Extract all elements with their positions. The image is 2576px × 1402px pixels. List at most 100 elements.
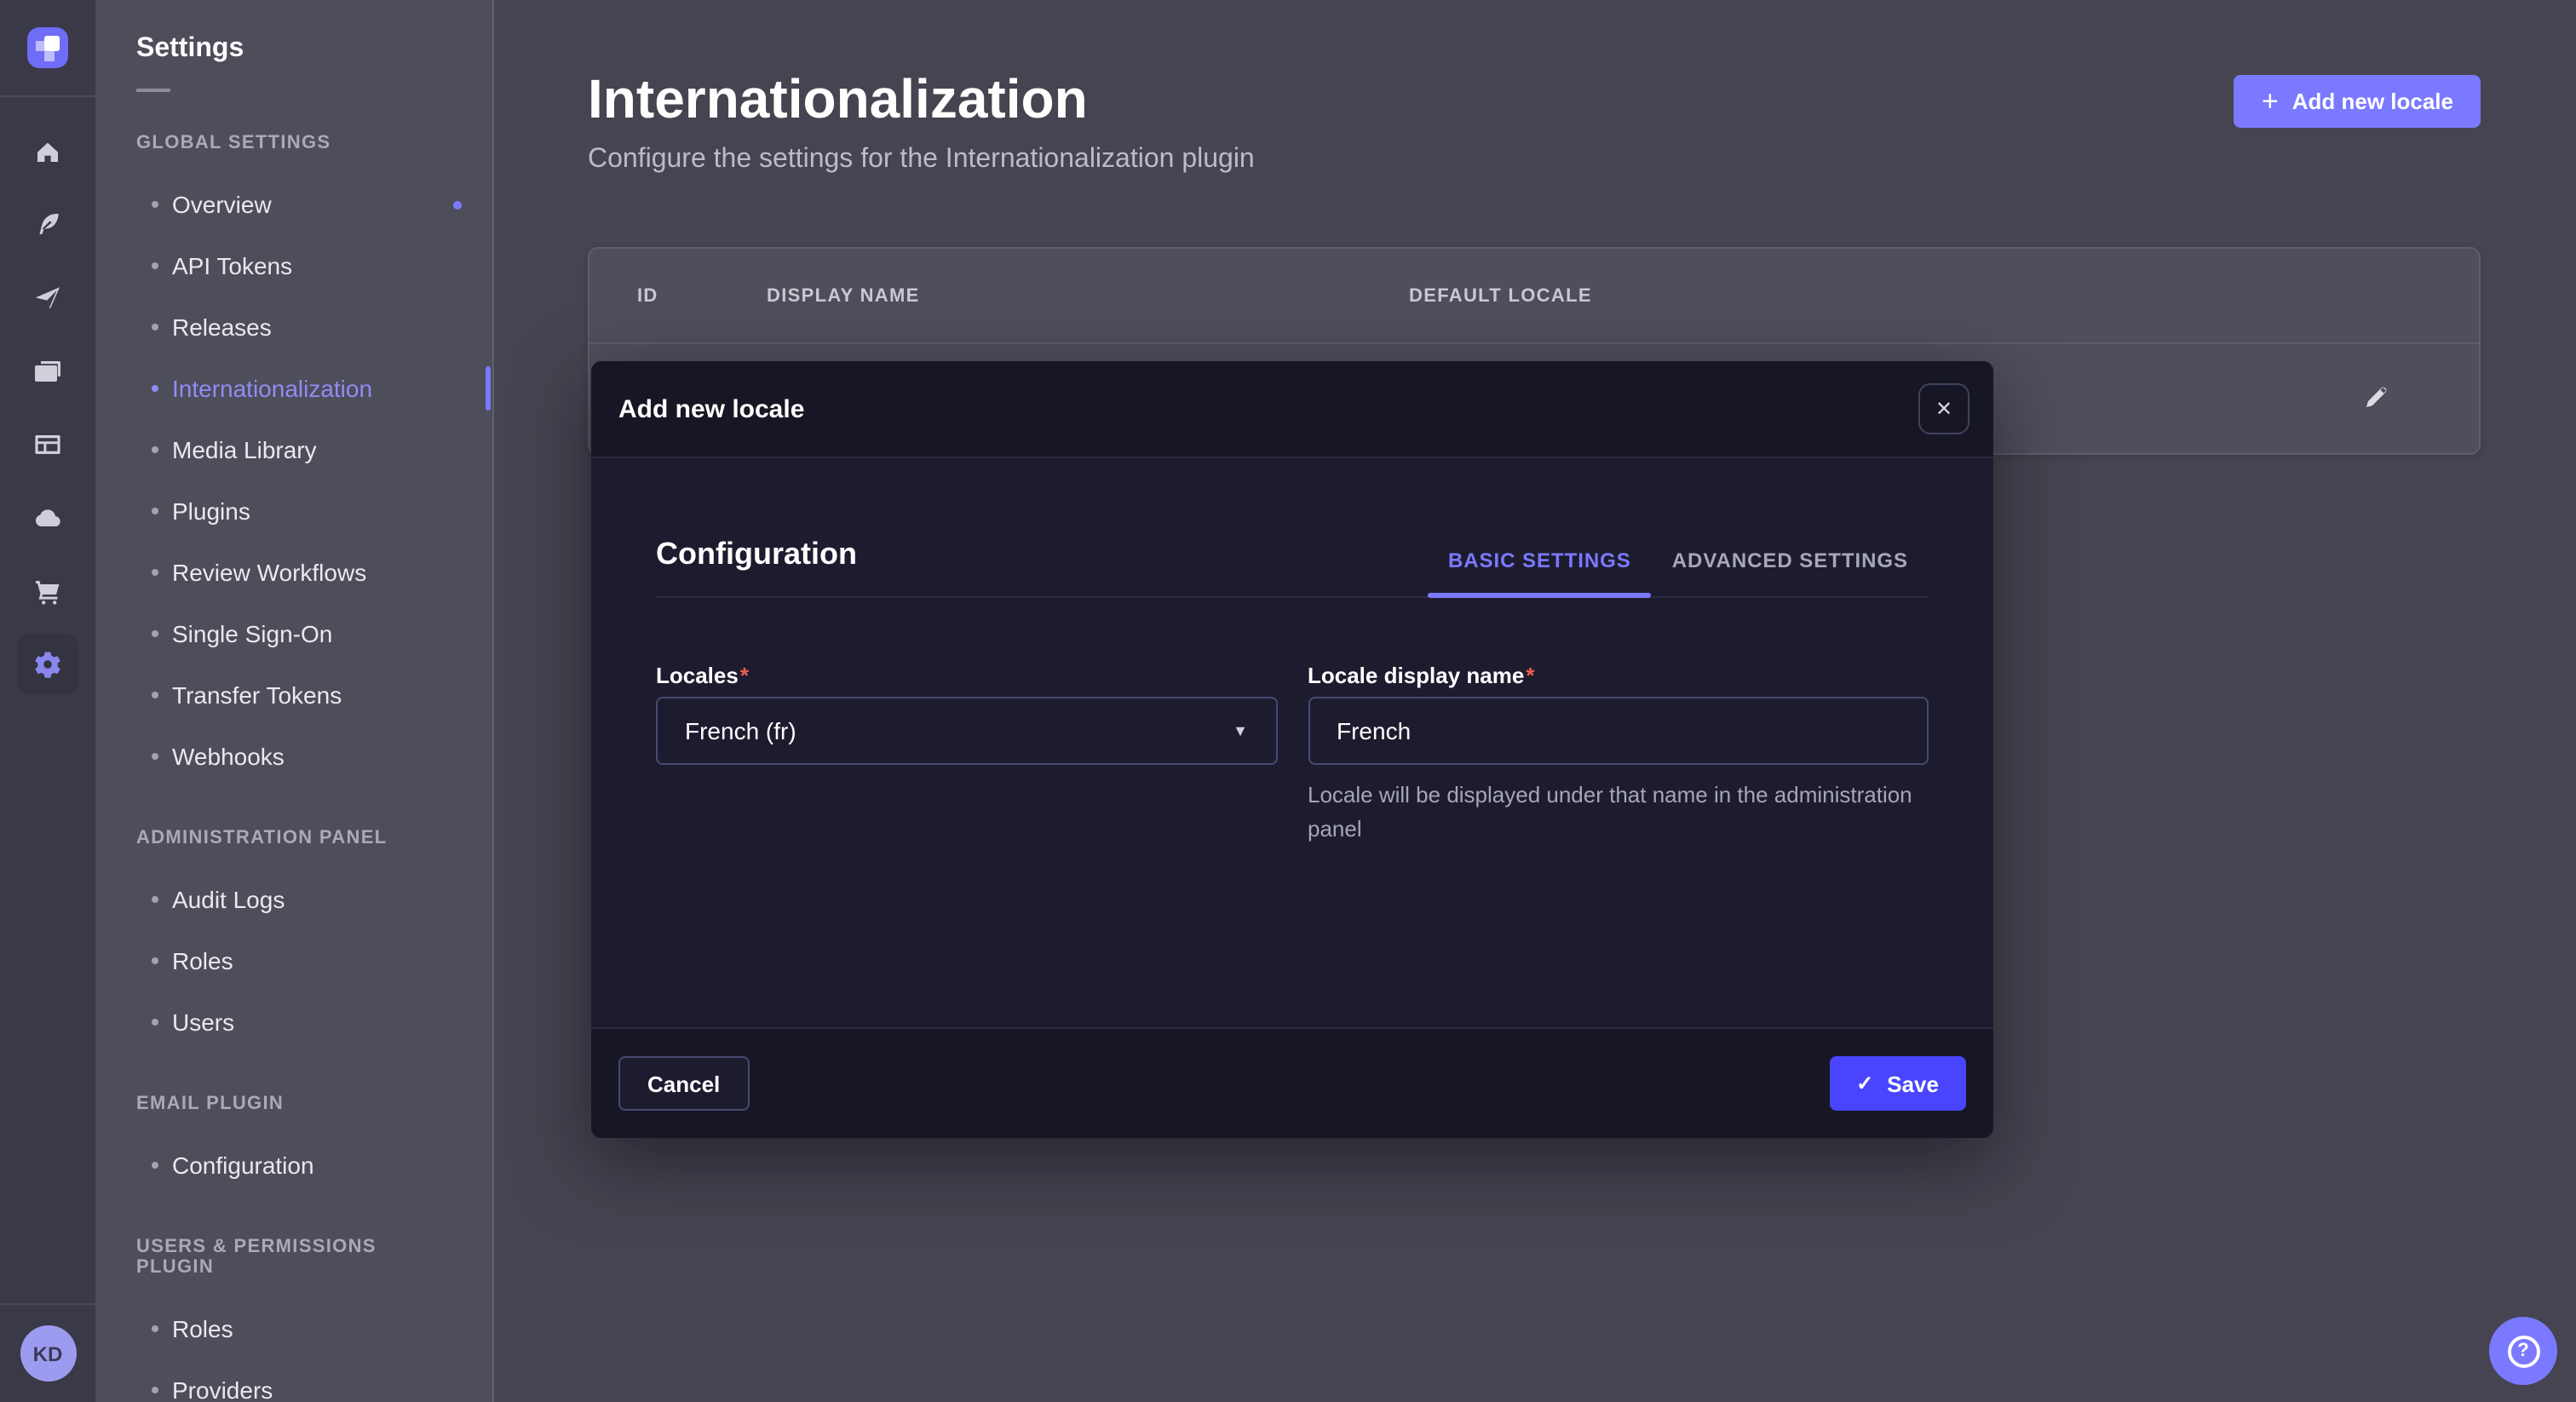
sidebar-item-label: Transfer Tokens [172,681,342,709]
gear-icon[interactable] [17,634,78,695]
bullet-icon [152,262,158,269]
layout-icon[interactable] [17,414,78,475]
bullet-icon [152,753,158,760]
subnav-title: Settings [136,34,451,65]
subnav-header: Settings [95,0,492,92]
tab-advanced-settings[interactable]: ADVANCED SETTINGS [1652,549,1929,596]
edit-pencil-icon[interactable] [2356,376,2397,422]
sidebar-item-audit-logs[interactable]: Audit Logs [95,869,492,930]
sidebar-item-plugins[interactable]: Plugins [95,480,492,542]
sidebar-item-admin-roles[interactable]: Roles [95,930,492,991]
bullet-icon [152,630,158,637]
notification-dot [453,200,462,209]
section-header-users-permissions-plugin: USERS & PERMISSIONS PLUGIN [95,1237,492,1278]
required-asterisk: * [740,663,749,688]
strapi-logo-box[interactable] [0,0,95,97]
bullet-icon [152,1325,158,1332]
sidebar-item-media-library[interactable]: Media Library [95,419,492,480]
bullet-icon [152,1162,158,1169]
sidebar-item-label: Roles [172,947,233,974]
sidebar-item-api-tokens[interactable]: API Tokens [95,235,492,296]
question-mark-icon: ? [2507,1335,2539,1367]
sidebar-item-label: Releases [172,313,272,341]
save-button[interactable]: ✓ Save [1829,1056,1966,1111]
sidebar-item-label: Review Workflows [172,559,366,586]
paper-plane-icon[interactable] [17,267,78,329]
help-button[interactable]: ? [2489,1317,2557,1385]
bullet-icon [152,692,158,698]
sidebar-item-label: Media Library [172,436,317,463]
sidebar-item-label: Roles [172,1315,233,1342]
avatar[interactable]: KD [20,1325,76,1382]
sidebar-item-label: Overview [172,191,272,218]
media-pictures-icon[interactable] [17,341,78,402]
section-header-administration-panel: ADMINISTRATION PANEL [95,828,492,848]
bullet-icon [152,1019,158,1026]
cancel-button[interactable]: Cancel [618,1056,749,1111]
add-new-locale-label: Add new locale [2292,89,2453,114]
sidebar-item-label: Audit Logs [172,886,285,913]
locales-label: Locales* [656,663,1277,688]
check-icon: ✓ [1856,1072,1873,1095]
configuration-title: Configuration [656,537,857,572]
sidebar-item-releases[interactable]: Releases [95,296,492,358]
bullet-icon [152,201,158,208]
sidebar-item-email-configuration[interactable]: Configuration [95,1135,492,1196]
sidebar-item-transfer-tokens[interactable]: Transfer Tokens [95,664,492,726]
plus-icon: + [2262,86,2279,115]
sidebar-item-label: Webhooks [172,743,285,770]
display-name-input[interactable] [1308,697,1929,765]
bullet-icon [152,957,158,964]
table-header-row: ID DISPLAY NAME DEFAULT LOCALE [589,249,2479,344]
sidebar-item-label: Internationalization [172,375,372,402]
sidebar-item-overview[interactable]: Overview [95,174,492,235]
sidebar-item-up-roles[interactable]: Roles [95,1298,492,1359]
sidebar-item-internationalization[interactable]: Internationalization [95,358,492,419]
locales-select[interactable]: French (fr) ▼ [656,697,1277,765]
sidebar-item-label: API Tokens [172,252,292,279]
bullet-icon [152,1387,158,1393]
sidebar-item-up-providers[interactable]: Providers [95,1359,492,1402]
modal-footer: Cancel ✓ Save [591,1027,1993,1138]
sidebar-item-label: Providers [172,1376,273,1402]
save-button-label: Save [1887,1071,1939,1096]
bullet-icon [152,446,158,453]
main-nav-rail: KD [0,0,97,1402]
display-name-hint: Locale will be displayed under that name… [1308,779,1921,845]
modal-header: Add new locale ✕ [591,361,1993,458]
sidebar-item-single-sign-on[interactable]: Single Sign-On [95,603,492,664]
sidebar-item-label: Plugins [172,497,250,525]
sidebar-item-admin-users[interactable]: Users [95,991,492,1053]
home-icon[interactable] [17,121,78,182]
page-subtitle: Configure the settings for the Internati… [588,145,2481,175]
strapi-logo [27,27,68,68]
rail-icon-nav [0,97,95,1303]
chevron-down-icon: ▼ [1233,722,1248,739]
bullet-icon [152,896,158,903]
tab-basic-settings[interactable]: BASIC SETTINGS [1428,549,1652,596]
modal-title: Add new locale [618,394,804,423]
bullet-icon [152,385,158,392]
add-new-locale-button[interactable]: + Add new locale [2234,75,2481,128]
page-header: Internationalization Configure the setti… [492,0,2576,175]
bullet-icon [152,324,158,330]
sidebar-item-label: Users [172,1008,234,1036]
sidebar-item-review-workflows[interactable]: Review Workflows [95,542,492,603]
close-icon[interactable]: ✕ [1918,383,1969,434]
active-indicator-bar [486,366,491,411]
bullet-icon [152,569,158,576]
locales-field: Locales* French (fr) ▼ [656,663,1277,845]
add-new-locale-modal: Add new locale ✕ Configuration BASIC SET… [591,361,1993,1138]
required-asterisk: * [1526,663,1534,688]
section-header-global-settings: GLOBAL SETTINGS [95,133,492,153]
feather-icon[interactable] [17,194,78,256]
sidebar-item-webhooks[interactable]: Webhooks [95,726,492,787]
column-header-display-name: DISPLAY NAME [767,285,1409,306]
cart-icon[interactable] [17,560,78,622]
display-name-field: Locale display name* Locale will be disp… [1308,663,1929,845]
modal-fields: Locales* French (fr) ▼ Locale display na… [656,663,1929,845]
sidebar-item-label: Single Sign-On [172,620,332,647]
cloud-icon[interactable] [17,487,78,549]
page-title: Internationalization [588,68,2481,131]
modal-body: Configuration BASIC SETTINGS ADVANCED SE… [591,537,1993,1027]
